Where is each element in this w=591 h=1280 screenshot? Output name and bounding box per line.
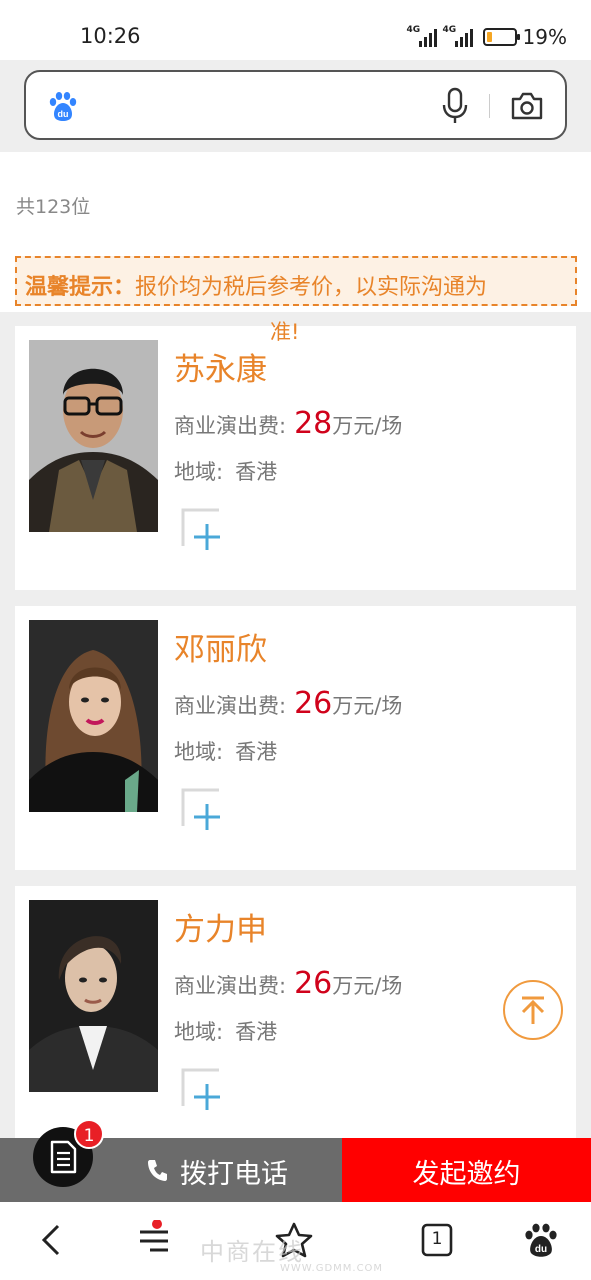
search-input[interactable]: du bbox=[24, 70, 567, 140]
tip-label: 温馨提示： bbox=[25, 275, 136, 300]
artist-card[interactable]: 苏永康 商业演出费: 28万元/场 地域: 香港 bbox=[15, 326, 576, 590]
artist-region: 地域: 香港 bbox=[174, 1020, 278, 1044]
fee-value: 26 bbox=[294, 966, 333, 1001]
baidu-paw-icon: du bbox=[49, 92, 77, 121]
document-icon bbox=[50, 1140, 77, 1174]
notification-badge: 1 bbox=[74, 1119, 104, 1149]
add-compare-icon[interactable] bbox=[179, 506, 225, 552]
add-compare-icon[interactable] bbox=[179, 786, 225, 832]
artist-fee: 商业演出费: 28万元/场 bbox=[174, 406, 403, 441]
invite-label: 发起邀约 bbox=[412, 1159, 521, 1190]
back-to-top-button[interactable] bbox=[503, 980, 563, 1040]
artist-card[interactable]: 方力申 商业演出费: 26万元/场 地域: 香港 bbox=[15, 886, 576, 1138]
artist-name[interactable]: 苏永康 bbox=[174, 344, 267, 389]
arrow-up-icon bbox=[521, 996, 545, 1024]
artist-photo bbox=[29, 340, 158, 532]
camera-icon[interactable] bbox=[510, 90, 544, 122]
tip-banner: 温馨提示：报价均为税后参考价，以实际沟通为 bbox=[15, 256, 577, 306]
menu-icon[interactable] bbox=[134, 1220, 174, 1260]
watermark: 中商在线 WWW.GDMM.COM bbox=[200, 1238, 384, 1274]
signal-icon: 4G bbox=[443, 25, 473, 47]
add-compare-icon[interactable] bbox=[179, 1066, 225, 1112]
status-indicators: 4G 4G 19% bbox=[407, 24, 567, 50]
phone-icon bbox=[148, 1160, 167, 1181]
search-divider bbox=[489, 94, 490, 118]
artist-card[interactable]: 邓丽欣 商业演出费: 26万元/场 地域: 香港 bbox=[15, 606, 576, 870]
microphone-icon[interactable] bbox=[440, 87, 470, 125]
artist-region: 地域: 香港 bbox=[174, 740, 278, 764]
battery-icon bbox=[482, 28, 520, 46]
result-count: 共123位 bbox=[16, 196, 91, 218]
artist-photo bbox=[29, 620, 158, 812]
tip-text: 报价均为税后参考价，以实际沟通为 bbox=[135, 275, 488, 300]
invite-button[interactable]: 发起邀约 bbox=[342, 1138, 591, 1202]
fee-value: 26 bbox=[294, 686, 333, 721]
tabs-icon[interactable]: 1 bbox=[418, 1220, 458, 1260]
baidu-home-icon[interactable]: du bbox=[521, 1220, 561, 1260]
back-icon[interactable] bbox=[32, 1220, 72, 1260]
artist-fee: 商业演出费: 26万元/场 bbox=[174, 966, 403, 1001]
search-header: du bbox=[0, 60, 591, 152]
artist-fee: 商业演出费: 26万元/场 bbox=[174, 686, 403, 721]
artist-name[interactable]: 邓丽欣 bbox=[174, 624, 267, 669]
artist-photo bbox=[29, 900, 158, 1092]
call-label: 拨打电话 bbox=[180, 1159, 288, 1190]
status-bar: 10:26 4G 4G 19% bbox=[0, 0, 591, 60]
tabs-count: 1 bbox=[431, 1229, 443, 1249]
artist-name[interactable]: 方力申 bbox=[174, 904, 267, 949]
signal-icon: 4G bbox=[407, 25, 437, 47]
fee-value: 28 bbox=[294, 406, 333, 441]
artist-region: 地域: 香港 bbox=[174, 460, 278, 484]
svg-text:du: du bbox=[535, 1244, 547, 1255]
svg-text:du: du bbox=[58, 109, 69, 119]
tip-overflow-text: 准! bbox=[270, 320, 300, 344]
status-time: 10:26 bbox=[80, 24, 141, 48]
battery-percent: 19% bbox=[522, 25, 567, 49]
